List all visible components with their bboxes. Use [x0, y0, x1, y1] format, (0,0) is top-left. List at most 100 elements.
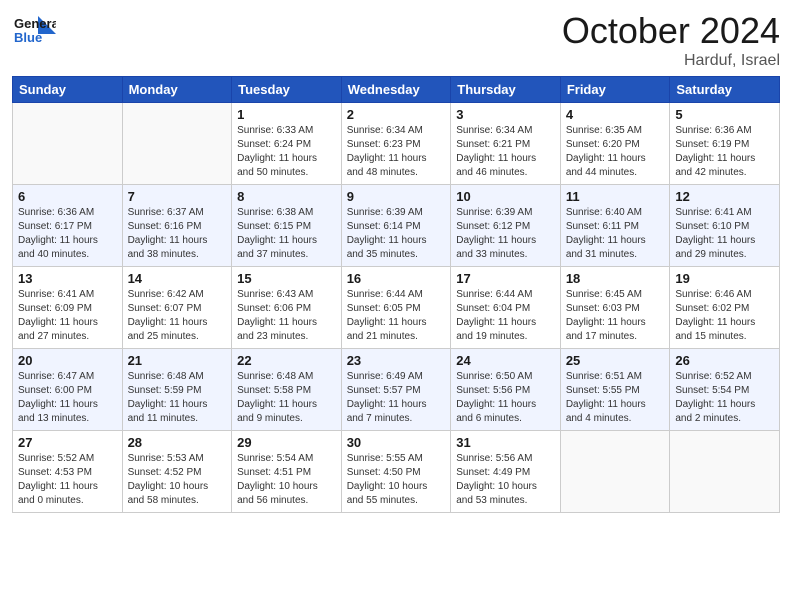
day-number: 20: [18, 353, 117, 368]
calendar-cell: 7 Sunrise: 6:37 AMSunset: 6:16 PMDaylight…: [122, 185, 232, 267]
day-number: 27: [18, 435, 117, 450]
day-info: Sunrise: 5:56 AMSunset: 4:49 PMDaylight:…: [456, 452, 555, 508]
day-info: Sunrise: 5:52 AMSunset: 4:53 PMDaylight:…: [18, 452, 117, 508]
calendar-cell: 12 Sunrise: 6:41 AMSunset: 6:10 PMDayligh…: [670, 185, 780, 267]
calendar-cell: 15 Sunrise: 6:43 AMSunset: 6:06 PMDayligh…: [232, 267, 342, 349]
calendar-cell: 19 Sunrise: 6:46 AMSunset: 6:02 PMDayligh…: [670, 267, 780, 349]
day-info: Sunrise: 6:41 AMSunset: 6:10 PMDaylight:…: [675, 206, 774, 262]
calendar-cell: 20 Sunrise: 6:47 AMSunset: 6:00 PMDayligh…: [13, 349, 123, 431]
calendar-cell: [560, 431, 670, 513]
title-block: October 2024 Harduf, Israel: [562, 10, 780, 70]
day-number: 16: [347, 271, 446, 286]
day-info: Sunrise: 6:38 AMSunset: 6:15 PMDaylight:…: [237, 206, 336, 262]
day-number: 5: [675, 107, 774, 122]
calendar-cell: 8 Sunrise: 6:38 AMSunset: 6:15 PMDaylight…: [232, 185, 342, 267]
day-number: 15: [237, 271, 336, 286]
calendar-week-5: 27 Sunrise: 5:52 AMSunset: 4:53 PMDayligh…: [13, 431, 780, 513]
day-info: Sunrise: 5:53 AMSunset: 4:52 PMDaylight:…: [128, 452, 227, 508]
day-number: 1: [237, 107, 336, 122]
day-number: 9: [347, 189, 446, 204]
day-number: 21: [128, 353, 227, 368]
calendar-cell: 25 Sunrise: 6:51 AMSunset: 5:55 PMDayligh…: [560, 349, 670, 431]
calendar-cell: 17 Sunrise: 6:44 AMSunset: 6:04 PMDayligh…: [451, 267, 561, 349]
day-info: Sunrise: 6:44 AMSunset: 6:04 PMDaylight:…: [456, 288, 555, 344]
calendar-header-sunday: Sunday: [13, 77, 123, 103]
day-info: Sunrise: 6:48 AMSunset: 5:59 PMDaylight:…: [128, 370, 227, 426]
day-number: 12: [675, 189, 774, 204]
calendar-header-row: SundayMondayTuesdayWednesdayThursdayFrid…: [13, 77, 780, 103]
day-number: 10: [456, 189, 555, 204]
calendar-cell: 1 Sunrise: 6:33 AMSunset: 6:24 PMDaylight…: [232, 103, 342, 185]
day-number: 18: [566, 271, 665, 286]
calendar-week-1: 1 Sunrise: 6:33 AMSunset: 6:24 PMDaylight…: [13, 103, 780, 185]
day-number: 2: [347, 107, 446, 122]
calendar-cell: 14Sunrise: 6:42 AMSunset: 6:07 PMDayligh…: [122, 267, 232, 349]
calendar-cell: 5 Sunrise: 6:36 AMSunset: 6:19 PMDaylight…: [670, 103, 780, 185]
calendar-cell: 13Sunrise: 6:41 AMSunset: 6:09 PMDayligh…: [13, 267, 123, 349]
calendar-cell: 31 Sunrise: 5:56 AMSunset: 4:49 PMDayligh…: [451, 431, 561, 513]
day-info: Sunrise: 6:49 AMSunset: 5:57 PMDaylight:…: [347, 370, 446, 426]
day-info: Sunrise: 6:39 AMSunset: 6:12 PMDaylight:…: [456, 206, 555, 262]
day-info: Sunrise: 6:51 AMSunset: 5:55 PMDaylight:…: [566, 370, 665, 426]
calendar-header-monday: Monday: [122, 77, 232, 103]
calendar-cell: 18 Sunrise: 6:45 AMSunset: 6:03 PMDayligh…: [560, 267, 670, 349]
day-number: 3: [456, 107, 555, 122]
day-number: 26: [675, 353, 774, 368]
day-info: Sunrise: 6:39 AMSunset: 6:14 PMDaylight:…: [347, 206, 446, 262]
calendar-cell: 23Sunrise: 6:49 AMSunset: 5:57 PMDayligh…: [341, 349, 451, 431]
day-info: Sunrise: 6:37 AMSunset: 6:16 PMDaylight:…: [128, 206, 227, 262]
day-number: 4: [566, 107, 665, 122]
day-number: 19: [675, 271, 774, 286]
svg-text:General: General: [14, 16, 56, 31]
calendar-cell: 11Sunrise: 6:40 AMSunset: 6:11 PMDayligh…: [560, 185, 670, 267]
calendar-header-tuesday: Tuesday: [232, 77, 342, 103]
day-number: 22: [237, 353, 336, 368]
day-number: 11: [566, 189, 665, 204]
day-info: Sunrise: 6:43 AMSunset: 6:06 PMDaylight:…: [237, 288, 336, 344]
day-number: 31: [456, 435, 555, 450]
calendar-week-3: 13Sunrise: 6:41 AMSunset: 6:09 PMDayligh…: [13, 267, 780, 349]
day-number: 25: [566, 353, 665, 368]
calendar-cell: 2Sunrise: 6:34 AMSunset: 6:23 PMDaylight…: [341, 103, 451, 185]
day-info: Sunrise: 6:42 AMSunset: 6:07 PMDaylight:…: [128, 288, 227, 344]
calendar-cell: 30Sunrise: 5:55 AMSunset: 4:50 PMDayligh…: [341, 431, 451, 513]
calendar-week-4: 20 Sunrise: 6:47 AMSunset: 6:00 PMDayligh…: [13, 349, 780, 431]
day-number: 24: [456, 353, 555, 368]
day-info: Sunrise: 5:55 AMSunset: 4:50 PMDaylight:…: [347, 452, 446, 508]
page-container: General Blue October 2024 Harduf, Israel…: [0, 0, 792, 521]
calendar-cell: 27 Sunrise: 5:52 AMSunset: 4:53 PMDayligh…: [13, 431, 123, 513]
calendar-cell: [13, 103, 123, 185]
day-info: Sunrise: 6:36 AMSunset: 6:19 PMDaylight:…: [675, 124, 774, 180]
calendar-cell: 29Sunrise: 5:54 AMSunset: 4:51 PMDayligh…: [232, 431, 342, 513]
calendar-cell: 6 Sunrise: 6:36 AMSunset: 6:17 PMDaylight…: [13, 185, 123, 267]
day-number: 13: [18, 271, 117, 286]
day-info: Sunrise: 6:46 AMSunset: 6:02 PMDaylight:…: [675, 288, 774, 344]
logo-icon: General Blue: [12, 10, 56, 54]
day-info: Sunrise: 6:33 AMSunset: 6:24 PMDaylight:…: [237, 124, 336, 180]
calendar-cell: [670, 431, 780, 513]
calendar-cell: 9 Sunrise: 6:39 AMSunset: 6:14 PMDaylight…: [341, 185, 451, 267]
calendar-header-friday: Friday: [560, 77, 670, 103]
header: General Blue October 2024 Harduf, Israel: [12, 10, 780, 70]
day-info: Sunrise: 6:44 AMSunset: 6:05 PMDaylight:…: [347, 288, 446, 344]
day-info: Sunrise: 6:36 AMSunset: 6:17 PMDaylight:…: [18, 206, 117, 262]
day-number: 17: [456, 271, 555, 286]
logo: General Blue: [12, 10, 56, 54]
day-info: Sunrise: 6:47 AMSunset: 6:00 PMDaylight:…: [18, 370, 117, 426]
day-number: 8: [237, 189, 336, 204]
calendar-cell: [122, 103, 232, 185]
calendar-table: SundayMondayTuesdayWednesdayThursdayFrid…: [12, 76, 780, 513]
day-number: 6: [18, 189, 117, 204]
calendar-cell: 3Sunrise: 6:34 AMSunset: 6:21 PMDaylight…: [451, 103, 561, 185]
calendar-cell: 10 Sunrise: 6:39 AMSunset: 6:12 PMDayligh…: [451, 185, 561, 267]
day-info: Sunrise: 6:50 AMSunset: 5:56 PMDaylight:…: [456, 370, 555, 426]
calendar-cell: 4 Sunrise: 6:35 AMSunset: 6:20 PMDaylight…: [560, 103, 670, 185]
day-number: 7: [128, 189, 227, 204]
day-number: 28: [128, 435, 227, 450]
day-number: 29: [237, 435, 336, 450]
calendar-cell: 16 Sunrise: 6:44 AMSunset: 6:05 PMDayligh…: [341, 267, 451, 349]
day-info: Sunrise: 6:45 AMSunset: 6:03 PMDaylight:…: [566, 288, 665, 344]
calendar-cell: 21 Sunrise: 6:48 AMSunset: 5:59 PMDayligh…: [122, 349, 232, 431]
day-info: Sunrise: 6:35 AMSunset: 6:20 PMDaylight:…: [566, 124, 665, 180]
day-info: Sunrise: 6:48 AMSunset: 5:58 PMDaylight:…: [237, 370, 336, 426]
